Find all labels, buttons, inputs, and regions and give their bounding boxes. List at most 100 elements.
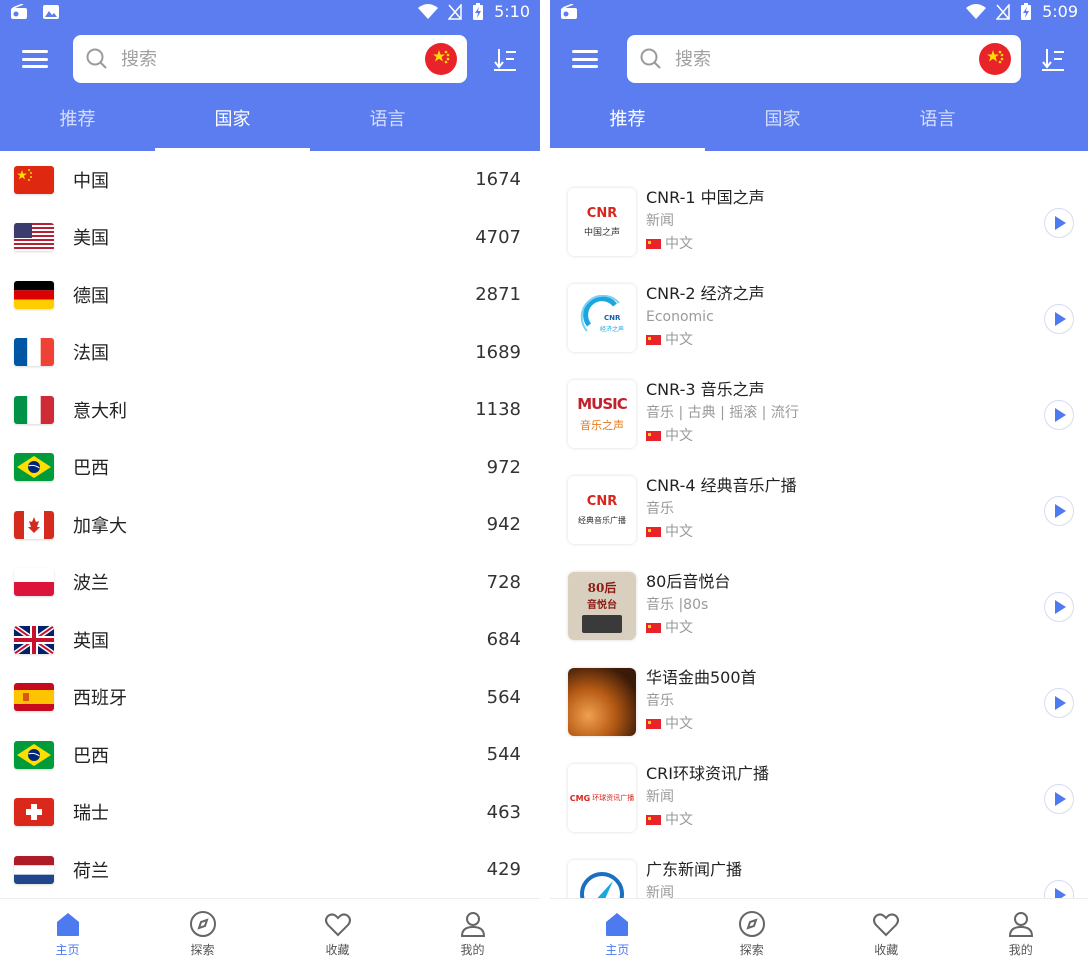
nav-home[interactable]: 主页 xyxy=(550,899,685,961)
country-row[interactable]: 瑞士 463 xyxy=(0,784,540,842)
menu-button[interactable] xyxy=(570,46,600,72)
nav-favorites[interactable]: 收藏 xyxy=(819,899,954,961)
station-tags: 新闻 xyxy=(646,885,674,898)
nav-explore[interactable]: 探索 xyxy=(685,899,820,961)
country-row[interactable]: 波兰 728 xyxy=(0,554,540,612)
play-icon[interactable] xyxy=(1044,880,1074,898)
user-icon xyxy=(460,912,485,937)
play-icon[interactable] xyxy=(1044,688,1074,718)
station-language: 中文 xyxy=(646,425,799,447)
tab-country[interactable]: 国家 xyxy=(705,104,860,151)
search-input[interactable] xyxy=(675,48,955,70)
radio-notification-icon xyxy=(561,4,577,19)
station-count: 942 xyxy=(486,514,521,536)
sort-icon[interactable] xyxy=(1040,46,1066,72)
nav-mine-label: 我的 xyxy=(460,943,485,957)
tab-country[interactable]: 国家 xyxy=(155,104,310,151)
station-tags: 音乐 xyxy=(646,501,674,517)
station-language-label: 中文 xyxy=(665,812,693,828)
station-row[interactable]: 广东新闻广播新闻中文 xyxy=(550,858,1088,898)
play-icon[interactable] xyxy=(1044,304,1074,334)
country-row[interactable]: 意大利 1138 xyxy=(0,381,540,439)
station-logo xyxy=(568,668,636,736)
station-logo: CMG 环球资讯广播 xyxy=(568,764,636,832)
station-row[interactable]: 华语金曲500首 音乐 中文 xyxy=(550,666,1088,762)
country-row[interactable]: 英国 684 xyxy=(0,611,540,669)
station-row[interactable]: CMG 环球资讯广播 CRI环球资讯广播 新闻 中文 xyxy=(550,762,1088,858)
china-flag-icon xyxy=(646,719,661,729)
country-row[interactable]: 荷兰 429 xyxy=(0,841,540,898)
search-bar[interactable] xyxy=(73,35,467,83)
country-row[interactable]: 法国 1689 xyxy=(0,324,540,382)
station-language: 中文 xyxy=(646,329,765,351)
station-count: 564 xyxy=(486,686,521,708)
station-name: CNR-2 经济之声 xyxy=(646,284,765,303)
tab-language[interactable]: 语言 xyxy=(860,104,1015,151)
country-row[interactable]: 巴西 972 xyxy=(0,439,540,497)
nav-favorites-label: 收藏 xyxy=(325,943,350,957)
tab-recommend[interactable]: 推荐 xyxy=(550,104,705,151)
china-flag-icon xyxy=(646,335,661,345)
station-row[interactable]: CNR 经济之声 CNR-2 经济之声 Economic 中文 xyxy=(550,282,1088,378)
tab-recommend[interactable]: 推荐 xyxy=(0,104,155,151)
bottom-navigation: 主页 探索 收藏 我的 xyxy=(0,898,540,961)
battery-icon xyxy=(473,2,484,20)
play-icon[interactable] xyxy=(1044,784,1074,814)
country-row[interactable]: 巴西 544 xyxy=(0,726,540,784)
play-icon[interactable] xyxy=(1044,496,1074,526)
station-row[interactable]: 80后 音悦台 80后音悦台 音乐 |80s 中文 xyxy=(550,570,1088,666)
nav-favorites-label: 收藏 xyxy=(874,943,899,957)
search-bar[interactable] xyxy=(627,35,1021,83)
de-flag-icon xyxy=(14,280,54,309)
station-logo xyxy=(568,860,636,898)
china-flag-icon[interactable] xyxy=(979,43,1011,75)
logo-wordmark: CMG xyxy=(569,793,591,803)
station-tags: 音乐 xyxy=(646,693,674,709)
country-row[interactable]: 中国 1674 xyxy=(0,151,540,209)
station-row[interactable]: CNR 中国之声 CNR-1 中国之声 新闻 中文 xyxy=(550,186,1088,282)
logo-wordmark: CNR xyxy=(586,206,618,221)
china-flag-icon[interactable] xyxy=(425,43,457,75)
country-list: 中国 1674 美国 4707 德国 2871 法国 1689 意大利 1138 巴西 972 加拿大 9… xyxy=(0,151,540,898)
station-row[interactable]: CNR 经典音乐广播 CNR-4 经典音乐广播 音乐 中文 xyxy=(550,474,1088,570)
play-icon[interactable] xyxy=(1044,400,1074,430)
nav-favorites[interactable]: 收藏 xyxy=(270,899,405,961)
play-icon[interactable] xyxy=(1044,208,1074,238)
china-flag-icon xyxy=(646,527,661,537)
nav-home-label: 主页 xyxy=(55,943,80,957)
compass-icon xyxy=(738,911,765,937)
nav-home[interactable]: 主页 xyxy=(0,899,135,961)
logo-wordmark: 80后 xyxy=(587,581,617,595)
it-flag-icon xyxy=(14,395,54,424)
logo-subtext: 环球资讯广播 xyxy=(592,794,635,802)
logo-subtext: 经济之声 xyxy=(600,326,625,333)
nav-explore-label: 探索 xyxy=(739,943,764,957)
app-bar: 推荐 国家 语言 xyxy=(0,26,540,151)
country-name: 意大利 xyxy=(73,400,127,422)
search-input[interactable] xyxy=(121,48,401,70)
nav-explore[interactable]: 探索 xyxy=(135,899,270,961)
station-name: 80后音悦台 xyxy=(646,572,731,591)
nav-mine[interactable]: 我的 xyxy=(405,899,540,961)
station-count: 972 xyxy=(486,456,521,478)
no-signal-icon xyxy=(996,3,1010,20)
heart-icon xyxy=(873,913,900,937)
tab-bar: 推荐 国家 语言 xyxy=(0,104,540,151)
station-logo: 80后音悦台 xyxy=(568,572,636,640)
play-icon[interactable] xyxy=(1044,592,1074,622)
menu-button[interactable] xyxy=(20,46,50,72)
country-name: 荷兰 xyxy=(73,860,109,882)
sort-icon[interactable] xyxy=(492,46,518,72)
country-row[interactable]: 西班牙 564 xyxy=(0,669,540,727)
status-time: 5:09 xyxy=(1042,2,1078,21)
nav-mine[interactable]: 我的 xyxy=(954,899,1088,961)
station-language-label: 中文 xyxy=(665,236,693,252)
logo-subtext: 音悦台 xyxy=(587,600,617,611)
station-tags: Economic xyxy=(646,309,714,325)
country-row[interactable]: 加拿大 942 xyxy=(0,496,540,554)
tab-language[interactable]: 语言 xyxy=(310,104,465,151)
country-name: 德国 xyxy=(73,285,109,307)
country-row[interactable]: 美国 4707 xyxy=(0,209,540,267)
country-row[interactable]: 德国 2871 xyxy=(0,266,540,324)
station-row[interactable]: MUSIC 音乐之声 CNR-3 音乐之声 音乐 | 古典 | 摇滚 | 流行 中文 xyxy=(550,378,1088,474)
